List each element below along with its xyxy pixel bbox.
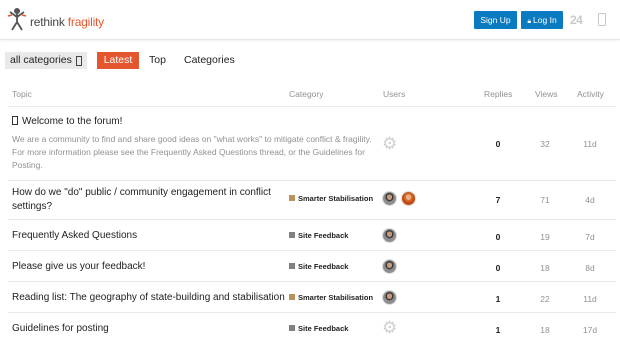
category-color-swatch (289, 325, 295, 331)
replies-count: 1 (495, 294, 501, 304)
replies-count: 7 (495, 195, 501, 205)
replies-count: 0 (495, 139, 501, 149)
header-activity[interactable]: Activity (577, 89, 604, 99)
topic-title-link[interactable]: Frequently Asked Questions (12, 229, 137, 243)
category-color-swatch (289, 195, 295, 201)
topic-title-link[interactable]: Reading list: The geography of state-bui… (12, 291, 285, 305)
24-icon[interactable]: 24 (570, 13, 583, 27)
topic-title: Welcome to the forum! (22, 116, 123, 127)
topic-title-link[interactable]: How do we "do" public / community engage… (12, 186, 282, 213)
avatar[interactable] (382, 191, 397, 206)
header-replies[interactable]: Replies (484, 89, 512, 99)
divider (8, 250, 616, 251)
category-color-swatch (289, 263, 295, 269)
site-header: rethink fragility Sign Up 🔒︎ Log In 24 (0, 0, 620, 40)
category-label: Smarter Stabilisation (298, 194, 374, 203)
divider (8, 106, 616, 107)
avatar[interactable] (401, 191, 416, 206)
activity-time[interactable]: 11d (575, 294, 605, 304)
avatar[interactable] (382, 290, 397, 305)
divider (8, 219, 616, 220)
divider (8, 312, 616, 313)
views-count: 19 (540, 232, 550, 242)
category-color-swatch (289, 294, 295, 300)
tab-categories[interactable]: Categories (184, 52, 235, 69)
avatar[interactable] (382, 259, 397, 274)
category-color-swatch (289, 232, 295, 238)
activity-time[interactable]: 4d (575, 195, 605, 205)
category-label: Site Feedback (298, 324, 349, 333)
logo-text: rethink fragility (30, 15, 104, 29)
logo-figure-icon (7, 8, 27, 31)
activity-time[interactable]: 8d (575, 263, 605, 273)
category-label: Site Feedback (298, 262, 349, 271)
category-dropdown-label: all categories (10, 54, 72, 66)
chevron-down-icon (76, 56, 82, 66)
replies-count: 1 (495, 325, 501, 335)
topic-title-link[interactable]: Welcome to the forum! (12, 115, 122, 129)
activity-time[interactable]: 17d (575, 325, 605, 335)
login-button[interactable]: 🔒︎ Log In (521, 11, 563, 29)
logo-text-rethink: rethink (30, 15, 65, 29)
gear-icon: ⚙ (382, 134, 398, 153)
views-count: 71 (540, 195, 550, 205)
category-badge[interactable]: Site Feedback (289, 262, 348, 272)
avatar[interactable] (382, 228, 397, 243)
activity-time[interactable]: 7d (575, 232, 605, 242)
header-category: Category (289, 89, 324, 99)
category-dropdown[interactable]: all categories (5, 52, 87, 69)
views-count: 22 (540, 294, 550, 304)
divider (8, 281, 616, 282)
divider (8, 180, 616, 181)
category-badge[interactable]: Site Feedback (289, 324, 348, 334)
replies-count: 0 (495, 232, 501, 242)
views-count: 18 (540, 325, 550, 335)
menu-icon[interactable] (598, 13, 606, 26)
header-topic[interactable]: Topic (12, 89, 32, 99)
topic-title-link[interactable]: Please give us your feedback! (12, 260, 145, 274)
header-views[interactable]: Views (535, 89, 558, 99)
signup-button[interactable]: Sign Up (474, 11, 517, 29)
views-count: 32 (540, 139, 550, 149)
logo-text-fragility: fragility (67, 15, 104, 29)
category-label: Site Feedback (298, 231, 349, 240)
pin-icon (12, 116, 18, 125)
activity-time[interactable]: 11d (575, 139, 605, 149)
header-users: Users (383, 89, 406, 99)
replies-count: 0 (495, 263, 501, 273)
tab-latest[interactable]: Latest (97, 52, 139, 69)
topic-excerpt: We are a community to find and share goo… (12, 134, 372, 171)
topic-title-link[interactable]: Guidelines for posting (12, 322, 109, 336)
category-badge[interactable]: Smarter Stabilisation (289, 194, 373, 204)
views-count: 18 (540, 263, 550, 273)
category-badge[interactable]: Site Feedback (289, 231, 348, 241)
lock-icon: 🔒︎ (527, 18, 532, 25)
category-badge[interactable]: Smarter Stabilisation (289, 293, 373, 303)
tab-top[interactable]: Top (149, 52, 166, 69)
category-label: Smarter Stabilisation (298, 293, 374, 302)
gear-icon: ⚙ (382, 318, 398, 337)
login-label: Log In (533, 15, 557, 25)
